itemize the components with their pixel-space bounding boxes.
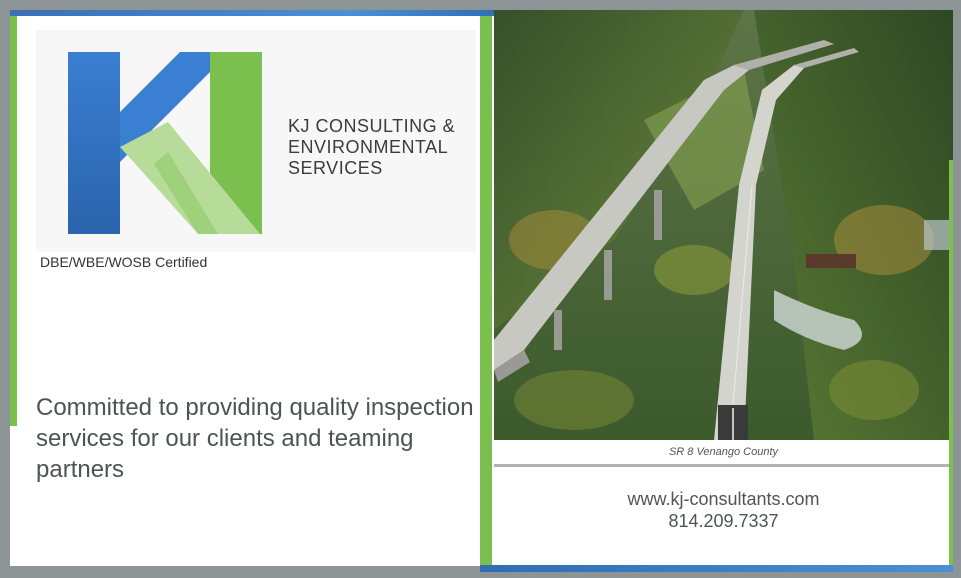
bottom-gray-stripe xyxy=(10,566,490,572)
certification-label: DBE/WBE/WOSB Certified xyxy=(40,254,208,270)
company-name-line-3: SERVICES xyxy=(288,158,383,178)
left-accent-bar xyxy=(10,16,17,426)
company-name: KJ CONSULTING & ENVIRONMENTAL SERVICES xyxy=(288,116,488,179)
phone-number[interactable]: 814.209.7337 xyxy=(494,510,953,532)
website-link[interactable]: www.kj-consultants.com xyxy=(494,488,953,510)
tagline: Committed to providing quality inspectio… xyxy=(36,394,474,483)
company-name-line-2: ENVIRONMENTAL xyxy=(288,137,449,157)
top-accent-stripe xyxy=(10,10,498,16)
photo-caption: SR 8 Venango County xyxy=(494,440,953,464)
center-accent-bar xyxy=(480,16,492,566)
right-accent-bar xyxy=(949,160,953,570)
flyer-card: KJ CONSULTING & ENVIRONMENTAL SERVICES D… xyxy=(10,10,953,572)
bridge-photo xyxy=(494,10,953,440)
kj-logo-icon xyxy=(68,52,262,234)
caption-divider xyxy=(494,464,953,467)
bridge-photo-illustration xyxy=(494,10,953,440)
company-name-line-1: KJ CONSULTING & xyxy=(288,116,456,136)
bottom-blue-stripe xyxy=(480,565,953,572)
contact-block: www.kj-consultants.com 814.209.7337 xyxy=(494,488,953,532)
logo-panel: KJ CONSULTING & ENVIRONMENTAL SERVICES xyxy=(36,30,476,252)
